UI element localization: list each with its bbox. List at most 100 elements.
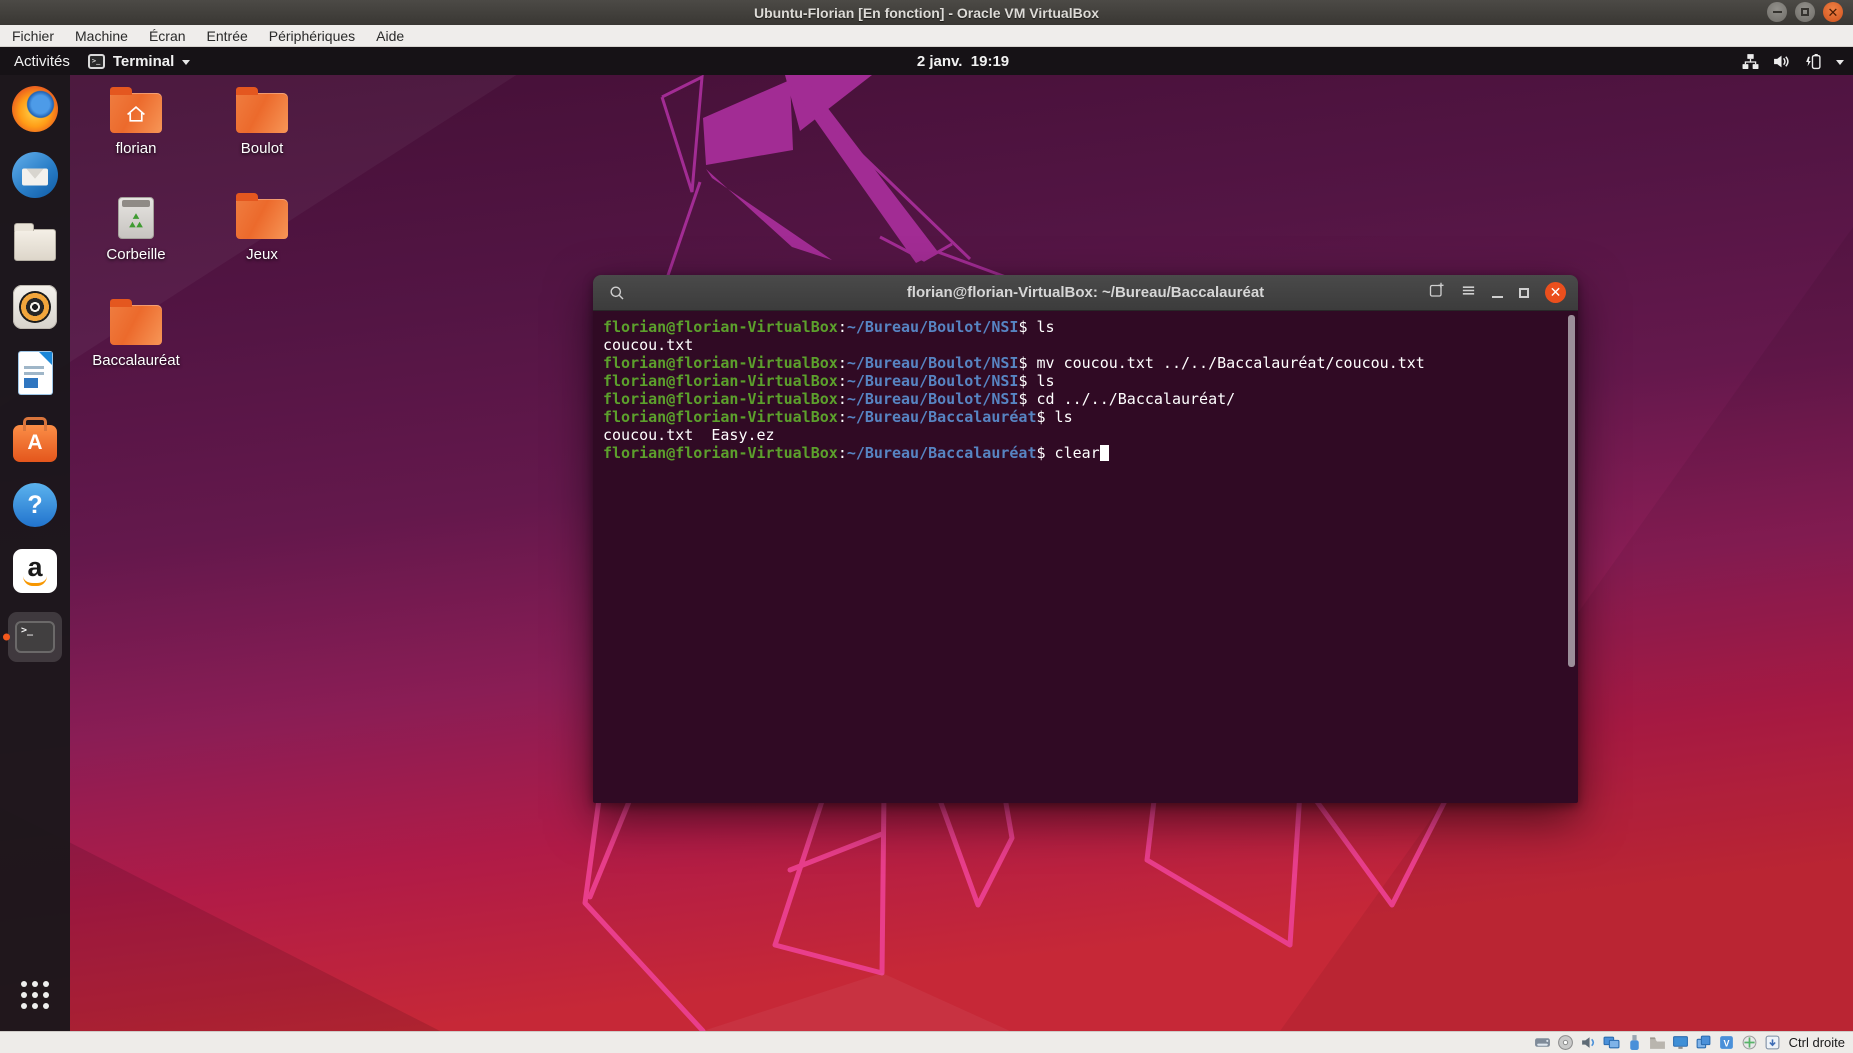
svg-text:V: V [1723,1038,1729,1048]
vbox-window-buttons: ✕ [1767,2,1843,22]
terminal-window-controls: ✕ [1429,275,1566,310]
desktop-icon-label: Jeux [246,246,278,263]
desktop-icon-florian[interactable]: florian [76,85,196,157]
network-icon [1742,53,1759,70]
terminal-window: florian@florian-VirtualBox: ~/Bureau/Bac… [593,275,1578,803]
menu-item-entree[interactable]: Entrée [207,28,248,44]
search-icon[interactable] [609,285,625,306]
vbox-menubar: Fichier Machine Écran Entrée Périphériques Ai… [0,25,1853,47]
vbox-titlebar: Ubuntu-Florian [En fonction] - Oracle VM… [0,0,1853,25]
optical-drives-icon[interactable] [1557,1034,1574,1051]
amazon-icon: a [13,549,57,593]
dock-item-thunderbird[interactable] [0,149,70,201]
recycle-icon [125,210,147,232]
activities-button[interactable]: Activités [0,53,88,70]
help-icon: ? [13,483,57,527]
vbox-minimize-button[interactable] [1767,2,1787,22]
app-menu-terminal[interactable]: >_ Terminal [88,53,190,70]
terminal-icon: >_ [8,612,62,662]
minimize-icon [1773,11,1782,13]
audio-icon[interactable] [1580,1034,1597,1051]
terminal-line: florian@florian-VirtualBox:~/Bureau/Boul… [603,372,1568,390]
dock-item-help[interactable]: ? [0,479,70,531]
folder-icon [110,305,162,345]
terminal-title: florian@florian-VirtualBox: ~/Bureau/Bac… [907,284,1264,301]
display-icon[interactable] [1672,1034,1689,1051]
mouse-integration-icon[interactable] [1741,1034,1758,1051]
new-tab-icon[interactable] [1429,282,1445,303]
features-icon[interactable]: V [1718,1034,1735,1051]
terminal-minimize-button[interactable] [1492,296,1503,298]
network-icon[interactable] [1603,1034,1620,1051]
terminal-line: florian@florian-VirtualBox:~/Bureau/Bacc… [603,408,1568,426]
app-menu-label: Terminal [113,53,174,70]
shared-folders-icon[interactable] [1649,1034,1666,1051]
terminal-close-button[interactable]: ✕ [1545,282,1566,303]
ubuntu-topbar: Activités >_ Terminal 2 janv. 19:19 [0,47,1853,75]
vbox-statusbar: V Ctrl droite [0,1031,1853,1053]
maximize-icon [1801,8,1809,16]
show-apps-button[interactable] [21,981,49,1009]
dock-item-amazon[interactable]: a [0,545,70,597]
menu-item-machine[interactable]: Machine [75,28,128,44]
vbox-window-title: Ubuntu-Florian [En fonction] - Oracle VM… [754,5,1099,21]
desktop-icon-corbeille[interactable]: Corbeille [76,191,196,263]
chevron-down-icon [182,60,190,65]
dock-item-ubuntu-software[interactable]: A [0,413,70,465]
dock-item-files[interactable] [0,215,70,267]
desktop-icon-label: Boulot [241,140,284,157]
battery-icon [1804,53,1822,70]
terminal-headerbar[interactable]: florian@florian-VirtualBox: ~/Bureau/Bac… [593,275,1578,311]
home-folder-icon [110,93,162,133]
dock-item-terminal[interactable]: >_ [0,611,70,663]
desktop-icon-boulot[interactable]: Boulot [202,85,322,157]
ubuntu-software-icon: A [13,425,57,462]
terminal-line: florian@florian-VirtualBox:~/Bureau/Bacc… [603,444,1568,462]
trash-icon [118,197,154,239]
terminal-cursor [1100,445,1109,461]
terminal-line: florian@florian-VirtualBox:~/Bureau/Boul… [603,390,1568,408]
recording-icon[interactable] [1695,1034,1712,1051]
volume-icon [1773,53,1790,70]
terminal-maximize-button[interactable] [1519,288,1529,298]
desktop-icon-baccalaureat[interactable]: Baccalauréat [76,297,196,369]
terminal-scrollbar[interactable] [1568,315,1575,667]
close-icon: ✕ [1828,6,1839,19]
hard-disks-icon[interactable] [1534,1034,1551,1051]
guest-screen: Activités >_ Terminal 2 janv. 19:19 [0,47,1853,1031]
rhythmbox-icon [13,285,57,329]
terminal-line: florian@florian-VirtualBox:~/Bureau/Boul… [603,318,1568,336]
home-icon [126,105,147,123]
menu-item-peripheriques[interactable]: Périphériques [269,28,355,44]
clock[interactable]: 2 janv. 19:19 [917,53,1009,70]
usb-icon[interactable] [1626,1034,1643,1051]
menu-icon[interactable] [1461,283,1476,303]
menu-item-aide[interactable]: Aide [376,28,404,44]
desktop-icon-label: Corbeille [106,246,165,263]
terminal-line: florian@florian-VirtualBox:~/Bureau/Boul… [603,354,1568,372]
dock-item-libreoffice-writer[interactable] [0,347,70,399]
vbox-status-icons: V [1534,1034,1781,1051]
files-icon [14,229,56,261]
thunderbird-icon [12,152,58,198]
desktop-icon-label: Baccalauréat [92,352,180,369]
dock-item-rhythmbox[interactable] [0,281,70,333]
host-key-label: Ctrl droite [1789,1035,1845,1050]
system-status-area[interactable] [1742,47,1844,75]
desktop-icon-jeux[interactable]: Jeux [202,191,322,263]
vbox-maximize-button[interactable] [1795,2,1815,22]
folder-icon [236,199,288,239]
libreoffice-writer-icon [19,352,52,394]
terminal-line: coucou.txt Easy.ez [603,426,1568,444]
menu-item-ecran[interactable]: Écran [149,28,186,44]
terminal-mini-icon: >_ [88,54,105,69]
firefox-icon [12,86,58,132]
vbox-close-button[interactable]: ✕ [1823,2,1843,22]
terminal-line: coucou.txt [603,336,1568,354]
desktop-icon-label: florian [116,140,157,157]
keyboard-icon[interactable] [1764,1034,1781,1051]
dock-item-firefox[interactable] [0,83,70,135]
menu-item-fichier[interactable]: Fichier [12,28,54,44]
terminal-content[interactable]: florian@florian-VirtualBox:~/Bureau/Boul… [593,311,1578,469]
folder-icon [236,93,288,133]
